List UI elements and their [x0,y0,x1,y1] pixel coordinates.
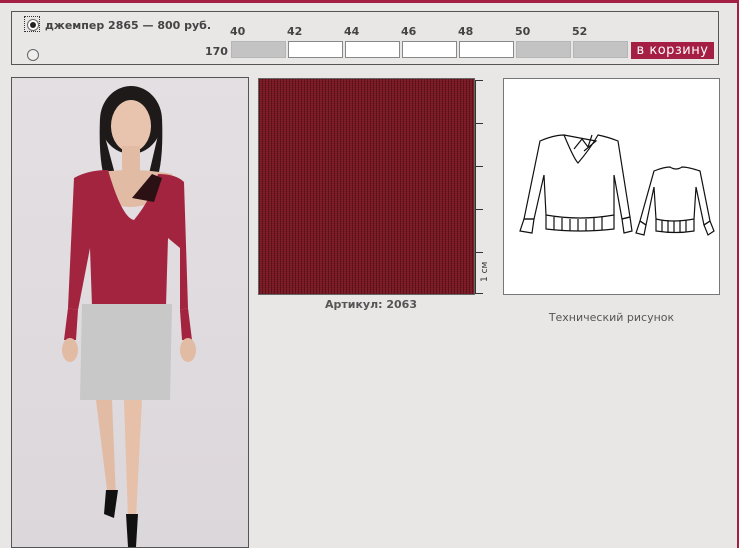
size-cell-50 [516,41,571,58]
size-cell-40 [231,41,286,58]
size-label-40: 40 [230,25,246,38]
article-number: Артикул: 2063 [324,298,417,311]
ruler-tick [475,80,483,81]
size-label-50: 50 [515,25,531,38]
product-title: джемпер 2865 — 800 руб. [45,19,212,32]
height-label: 170 [205,45,228,58]
ruler-tick [475,293,483,294]
size-label-46: 46 [401,25,417,38]
size-cell-46[interactable] [402,41,457,58]
ruler-line [475,80,476,294]
size-label-52: 52 [572,25,588,38]
size-cell-42[interactable] [288,41,343,58]
size-label-42: 42 [287,25,303,38]
sweater-sketch-icon [519,134,715,236]
ruler-tick [475,209,483,210]
order-panel: джемпер 2865 — 800 руб. 40 42 44 46 48 5… [11,11,719,65]
model-figure-illustration [62,86,196,547]
model-photo [11,77,249,548]
size-cell-44[interactable] [345,41,400,58]
fabric-swatch [258,78,475,295]
technical-drawing-caption: Технический рисунок [548,311,675,324]
size-cell-52 [573,41,628,58]
technical-drawing [503,78,720,295]
ruler-tick [475,166,483,167]
product-radio-option[interactable] [27,49,39,61]
ruler-tick [475,252,483,253]
ruler-tick [475,123,483,124]
top-accent-bar [0,0,739,3]
size-label-44: 44 [344,25,360,38]
ruler-label: 1 см [480,261,490,282]
size-cell-48[interactable] [459,41,514,58]
product-radio-selected[interactable] [27,19,39,31]
size-label-48: 48 [458,25,474,38]
add-to-cart-button[interactable]: в корзину [631,42,714,59]
